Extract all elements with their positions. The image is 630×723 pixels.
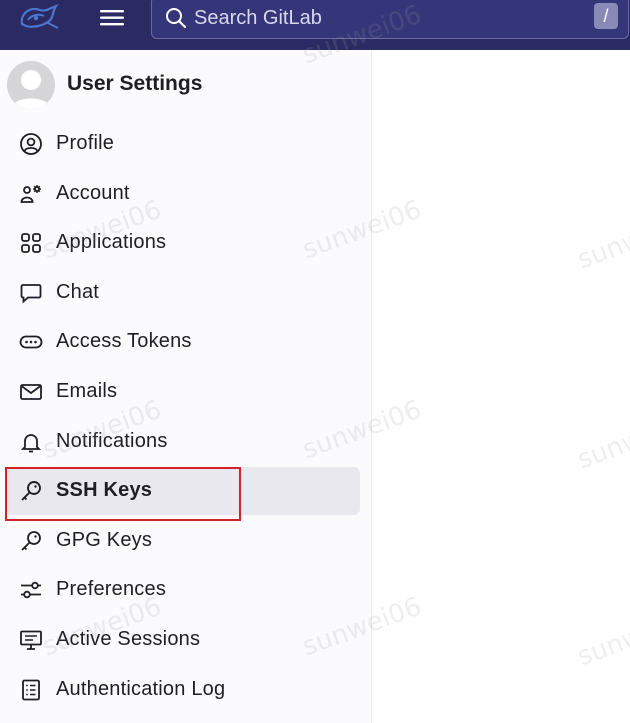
watermark: sunwei06: [573, 404, 630, 476]
sidebar-item-active-sessions[interactable]: Active Sessions: [0, 616, 372, 666]
applications-icon: [19, 231, 43, 255]
sidebar-item-preferences[interactable]: Preferences: [0, 566, 372, 616]
sidebar-item-access-tokens[interactable]: Access Tokens: [0, 318, 372, 368]
sidebar-item-authentication-log[interactable]: Authentication Log: [0, 666, 372, 716]
search-input[interactable]: [194, 3, 574, 33]
sidebar-context-header[interactable]: User Settings: [0, 58, 372, 112]
watermark: sunwei06: [573, 204, 630, 276]
account-icon: [19, 182, 43, 206]
key-icon: [19, 529, 43, 553]
sidebar-item-label: Authentication Log: [56, 677, 226, 700]
bell-icon: [19, 430, 43, 454]
profile-icon: [19, 132, 43, 156]
sidebar-item-ssh-keys[interactable]: SSH Keys: [0, 467, 372, 522]
sidebar-item-label: Access Tokens: [56, 330, 192, 353]
sidebar-item-label: Preferences: [56, 578, 167, 601]
sidebar: User Settings Profile Account Applicatio…: [0, 50, 372, 723]
search-icon: [164, 6, 188, 30]
sidebar-item-applications[interactable]: Applications: [0, 219, 372, 269]
sidebar-item-label: Chat: [56, 280, 100, 303]
chat-icon: [19, 281, 43, 305]
sidebar-item-gpg-keys[interactable]: GPG Keys: [0, 517, 372, 567]
sidebar-title: User Settings: [67, 72, 203, 95]
email-icon: [19, 380, 43, 404]
log-icon: [19, 678, 43, 702]
avatar[interactable]: [7, 61, 55, 109]
sidebar-item-label: SSH Keys: [56, 479, 153, 502]
sidebar-item-label: Profile: [56, 132, 115, 154]
sidebar-item-label: Emails: [56, 379, 118, 402]
sidebar-item-account[interactable]: Account: [0, 170, 372, 220]
top-bar: /: [0, 0, 630, 50]
sidebar-item-notifications[interactable]: Notifications: [0, 418, 372, 468]
sidebar-item-emails[interactable]: Emails: [0, 368, 372, 418]
watermark: sunwei06: [573, 601, 630, 673]
key-icon: [19, 479, 43, 503]
gitlab-logo-icon[interactable]: [16, 2, 62, 36]
menu-icon[interactable]: [96, 6, 128, 30]
sidebar-item-label: Applications: [56, 231, 167, 254]
sidebar-item-label: Notifications: [56, 429, 168, 452]
sidebar-item-label: Active Sessions: [56, 627, 201, 650]
sidebar-nav: Profile Account Applications Chat Access…: [0, 120, 372, 715]
search-box[interactable]: /: [151, 0, 629, 39]
sidebar-item-profile[interactable]: Profile: [0, 120, 372, 170]
preferences-icon: [19, 578, 43, 602]
sidebar-item-chat[interactable]: Chat: [0, 269, 372, 319]
monitor-icon: [19, 628, 43, 652]
search-shortcut-hint: /: [594, 3, 618, 29]
sidebar-item-label: Account: [56, 181, 130, 204]
page: / User Settings: [0, 0, 630, 723]
sidebar-item-label: GPG Keys: [56, 528, 153, 551]
token-icon: [19, 330, 43, 354]
